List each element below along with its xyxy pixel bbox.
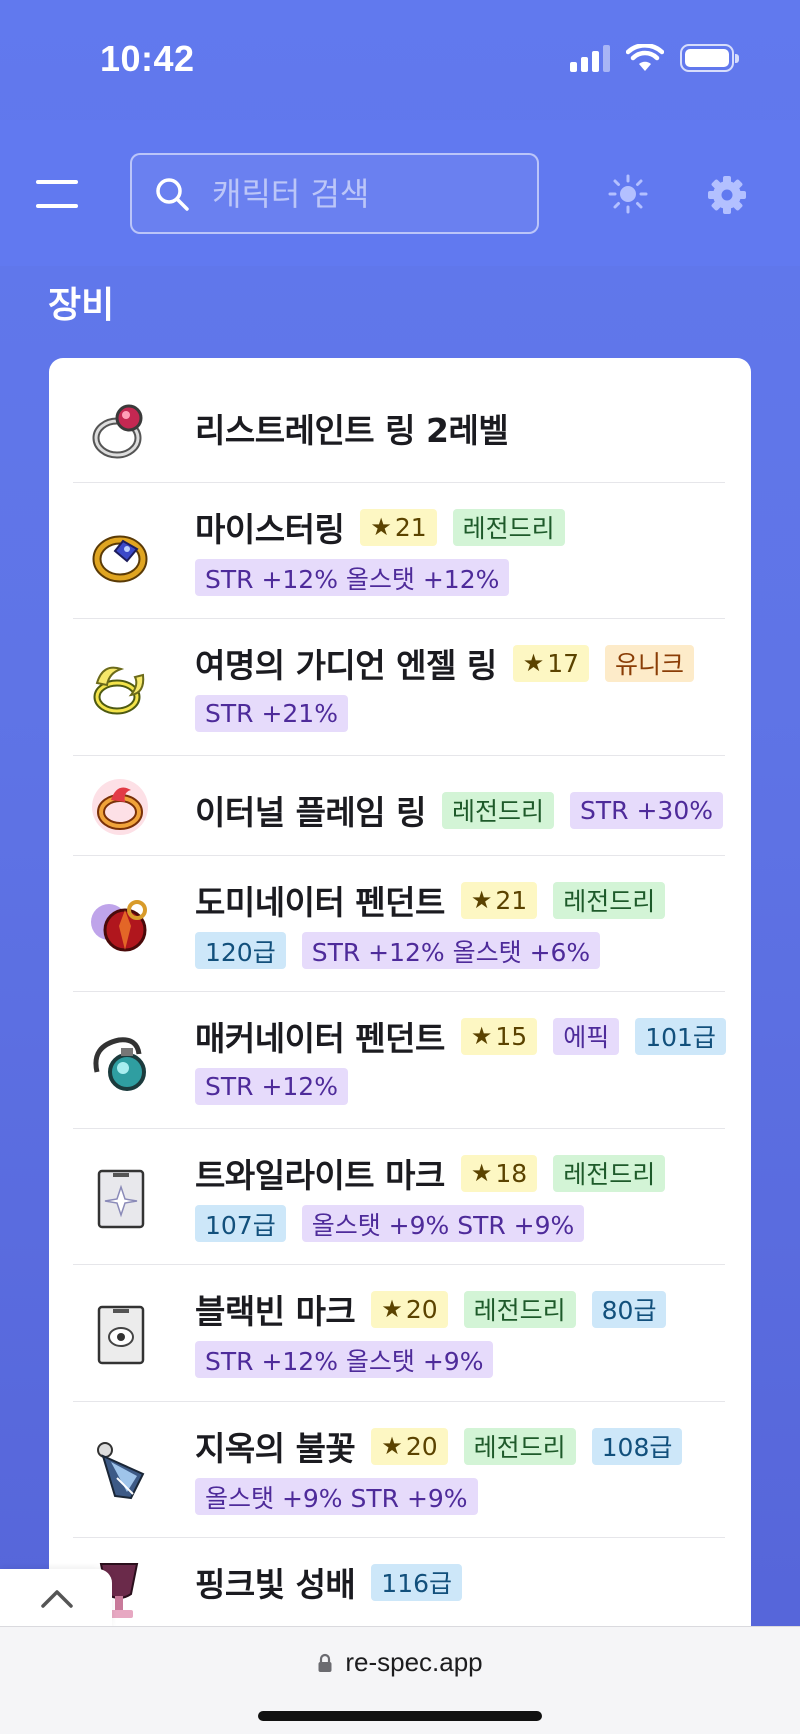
level-badge: 107급 [195,1205,286,1242]
equipment-item[interactable]: 마이스터링 ★ 21 레전드리 STR +12% 올스탯 +12% [73,483,725,619]
equipment-item[interactable]: 이터널 플레임 링 레전드리 STR +30% [73,756,725,856]
browser-address-bar: re-spec.app [0,1626,800,1734]
grade-badge: 레전드리 [452,508,565,546]
equipment-item[interactable]: 도미네이터 펜던트 ★ 21 레전드리 120급 STR +12% 올스탯 +6% [73,856,725,992]
item-name: 지옥의 불꽃 [195,1429,356,1468]
stat-badge: STR +12% [195,1068,348,1105]
level-badge: 108급 [591,1427,683,1465]
gear-icon[interactable] [706,174,748,216]
search-input[interactable] [212,174,512,213]
item-name: 핑크빛 성배 [195,1565,356,1604]
grade-badge: 레전드리 [553,1154,666,1192]
star-force-badge: ★ 20 [371,1290,448,1328]
stat-badge: STR +12% 올스탯 +12% [195,559,510,596]
restraint-ring-icon [87,398,153,464]
battery-icon [680,44,739,72]
dominator-pendant-icon [87,892,153,958]
star-icon: ★ [470,886,493,914]
star-force-badge: ★ 21 [360,508,437,546]
meister-ring-icon [87,523,153,589]
star-icon: ★ [470,1159,493,1187]
equipment-item[interactable]: 지옥의 불꽃 ★ 20 레전드리 108급 올스탯 +9% STR +9% [73,1402,725,1538]
level-badge: 120급 [195,932,286,969]
stat-badge: STR +21% [195,695,348,732]
item-name: 마이스터링 [195,510,345,549]
item-name: 이터널 플레임 링 [195,793,427,832]
level-badge: 101급 [635,1017,726,1055]
guardian-angel-ring-icon [87,655,153,721]
section-title: 장비 [48,285,115,326]
star-icon: ★ [370,513,392,541]
star-force-badge: ★ 18 [460,1154,538,1192]
stat-badge: STR +12% 올스탯 +9% [195,1341,494,1378]
stat-badge: 올스탯 +9% STR +9% [301,1205,585,1242]
star-force-badge: ★ 20 [371,1427,448,1465]
twilight-mark-icon [87,1165,153,1231]
equipment-item[interactable]: 트와일라이트 마크 ★ 18 레전드리 107급 올스탯 +9% STR +9% [73,1129,725,1265]
cellular-signal-icon [570,44,610,72]
grade-badge: 레전드리 [442,791,555,829]
star-force-badge: ★ 15 [460,1017,538,1055]
star-force-badge: ★ 21 [460,881,538,919]
chevron-up-icon [41,1590,73,1608]
grade-badge: 레전드리 [463,1290,576,1328]
grade-badge: 레전드리 [553,881,666,919]
url-text: re-spec.app [345,1647,483,1677]
top-bar [0,120,800,266]
item-name: 매커네이터 펜던트 [195,1019,445,1058]
equipment-item[interactable]: 블랙빈 마크 ★ 20 레전드리 80급 STR +12% 올스탯 +9% [73,1265,725,1402]
sun-icon[interactable] [608,174,648,214]
status-time: 10:42 [100,38,195,79]
equipment-item[interactable]: 매커네이터 펜던트 ★ 15 에픽 101급 STR +12% [73,992,726,1129]
star-icon: ★ [381,1295,403,1323]
eternal-flame-ring-icon [87,774,153,840]
hellfire-earring-icon [87,1438,153,1504]
equipment-card: 리스트레인트 링 2레벨 마이스터링 ★ 21 레전드리 STR +12% 올스탯… [49,358,751,1658]
status-icons [570,44,739,72]
black-bean-mark-icon [87,1301,153,1367]
item-name: 블랙빈 마크 [195,1292,356,1331]
item-name: 리스트레인트 링 2레벨 [195,411,509,450]
scroll-top-tab[interactable] [0,1569,112,1629]
star-force-badge: ★ 17 [512,644,590,682]
url-field[interactable]: re-spec.app [0,1647,800,1678]
hamburger-menu-icon[interactable] [36,180,78,208]
star-icon: ★ [381,1432,403,1460]
status-bar: 10:42 [0,0,800,120]
search-icon [156,177,189,211]
item-name: 여명의 가디언 엔젤 링 [195,646,497,685]
wifi-icon [626,44,664,71]
search-box[interactable] [130,153,539,234]
star-icon: ★ [522,649,545,677]
stat-badge: STR +30% [570,791,723,829]
item-name: 트와일라이트 마크 [195,1156,445,1195]
mechanator-pendant-icon [87,1030,153,1096]
grade-badge: 에픽 [553,1017,620,1055]
stat-badge: STR +12% 올스탯 +6% [301,932,601,969]
equipment-item[interactable]: 여명의 가디언 엔젤 링 ★ 17 유니크 STR +21% [73,619,725,756]
lock-icon [318,1653,332,1672]
grade-badge: 레전드리 [463,1427,576,1465]
level-badge: 80급 [591,1290,667,1328]
grade-badge: 유니크 [605,644,695,682]
equipment-item[interactable]: 리스트레인트 링 2레벨 [73,358,725,483]
stat-badge: 올스탯 +9% STR +9% [195,1478,478,1515]
home-indicator [258,1711,542,1721]
level-badge: 116급 [371,1563,463,1601]
star-icon: ★ [470,1022,493,1050]
item-name: 도미네이터 펜던트 [195,883,445,922]
